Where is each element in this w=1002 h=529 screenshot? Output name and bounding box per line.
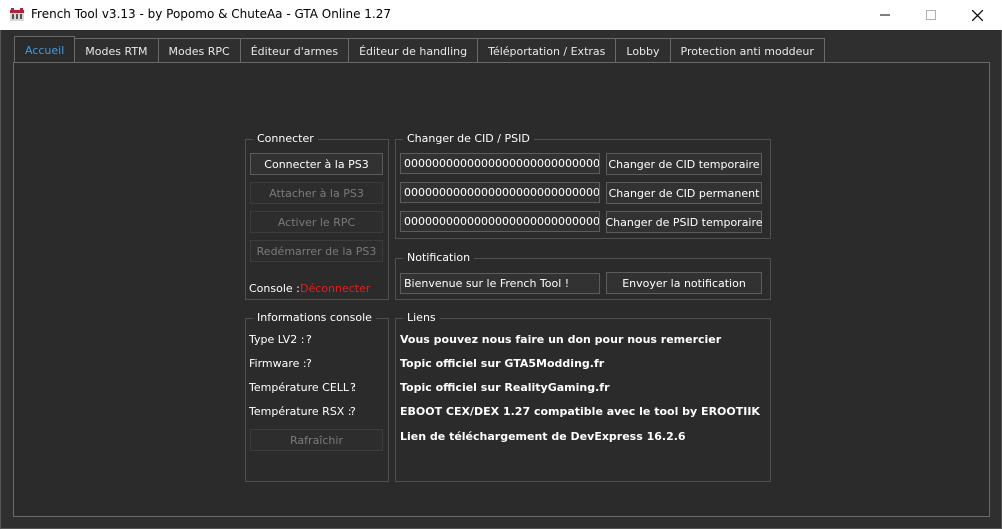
- links-group-title: Liens: [403, 311, 440, 324]
- firmware-label: Firmware :: [249, 357, 307, 370]
- tab-handling-editor[interactable]: Éditeur de handling: [348, 38, 479, 63]
- links-group: Liens Vous pouvez nous faire un don pour…: [395, 311, 771, 482]
- console-label: Console :: [249, 282, 300, 295]
- cell-temp-label: Température CELL :: [249, 381, 357, 394]
- restart-ps3-button[interactable]: Redémarrer de la PS3: [250, 240, 383, 262]
- tab-teleport-extras[interactable]: Téléportation / Extras: [477, 38, 617, 63]
- tab-lobby[interactable]: Lobby: [615, 38, 671, 63]
- lv2-type-label: Type LV2 :: [249, 333, 305, 346]
- connect-ps3-button[interactable]: Connecter à la PS3: [250, 153, 383, 175]
- cid-psid-group-title: Changer de CID / PSID: [403, 132, 534, 145]
- tab-accueil[interactable]: Accueil: [14, 36, 76, 63]
- title-bar: French Tool v3.13 - by Popomo & ChuteAa …: [0, 0, 1002, 30]
- tab-anti-modder[interactable]: Protection anti moddeur: [669, 38, 825, 63]
- close-icon: [971, 9, 983, 21]
- maximize-icon: [926, 10, 936, 20]
- connect-group-title: Connecter: [253, 132, 318, 145]
- link-devexpress[interactable]: Lien de téléchargement de DevExpress 16.…: [400, 430, 686, 443]
- link-realitygaming[interactable]: Topic officiel sur RealityGaming.fr: [400, 381, 610, 394]
- lv2-type-value: ?: [306, 333, 312, 346]
- change-psid-temp-button[interactable]: Changer de PSID temporaire: [605, 211, 763, 233]
- psid-temp-field[interactable]: 00000000000000000000000000000000: [400, 211, 600, 232]
- console-info-group: Informations console Type LV2 : ? Firmwa…: [245, 311, 389, 482]
- minimize-icon: [880, 14, 890, 16]
- link-eboot[interactable]: EBOOT CEX/DEX 1.27 compatible avec le to…: [400, 405, 760, 418]
- send-notification-button[interactable]: Envoyer la notification: [606, 272, 762, 294]
- cid-temp-field[interactable]: 00000000000000000000000000000000: [400, 153, 600, 174]
- notification-group-title: Notification: [403, 251, 475, 264]
- rsx-temp-value: ?: [350, 405, 356, 418]
- tab-weapon-editor[interactable]: Éditeur d'armes: [239, 38, 350, 63]
- cid-perm-field[interactable]: 00000000000000000000000000000000: [400, 182, 600, 203]
- app-logo-icon: [10, 8, 24, 21]
- tab-modes-rpc[interactable]: Modes RPC: [157, 38, 241, 63]
- cell-temp-value: ?: [350, 381, 356, 394]
- notification-group: Notification Bienvenue sur le French Too…: [395, 251, 771, 300]
- connect-group: Connecter Connecter à la PS3 Attacher à …: [245, 132, 389, 300]
- link-donate[interactable]: Vous pouvez nous faire un don pour nous …: [400, 333, 721, 346]
- change-cid-temp-button[interactable]: Changer de CID temporaire: [606, 153, 762, 175]
- cid-psid-group: Changer de CID / PSID 000000000000000000…: [395, 132, 771, 239]
- attach-ps3-button[interactable]: Attacher à la PS3: [250, 182, 383, 204]
- firmware-value: ?: [306, 357, 312, 370]
- window-body: Accueil Modes RTM Modes RPC Éditeur d'ar…: [0, 30, 1002, 529]
- maximize-button[interactable]: [908, 0, 954, 30]
- close-button[interactable]: [954, 0, 1000, 30]
- notification-text-field[interactable]: Bienvenue sur le French Tool !: [400, 273, 600, 294]
- tab-strip: Accueil Modes RTM Modes RPC Éditeur d'ar…: [14, 36, 825, 63]
- console-status: Déconnecter: [300, 282, 371, 295]
- window-title: French Tool v3.13 - by Popomo & ChuteAa …: [31, 7, 391, 21]
- rsx-temp-label: Température RSX :: [249, 405, 352, 418]
- tab-modes-rtm[interactable]: Modes RTM: [74, 38, 159, 63]
- tab-page-accueil: Connecter Connecter à la PS3 Attacher à …: [13, 62, 990, 517]
- link-gta5modding[interactable]: Topic officiel sur GTA5Modding.fr: [400, 357, 604, 370]
- minimize-button[interactable]: [862, 0, 908, 30]
- refresh-button[interactable]: Rafraîchir: [250, 429, 383, 451]
- change-cid-perm-button[interactable]: Changer de CID permanent: [606, 182, 762, 204]
- console-info-group-title: Informations console: [253, 311, 376, 324]
- enable-rpc-button[interactable]: Activer le RPC: [250, 211, 383, 233]
